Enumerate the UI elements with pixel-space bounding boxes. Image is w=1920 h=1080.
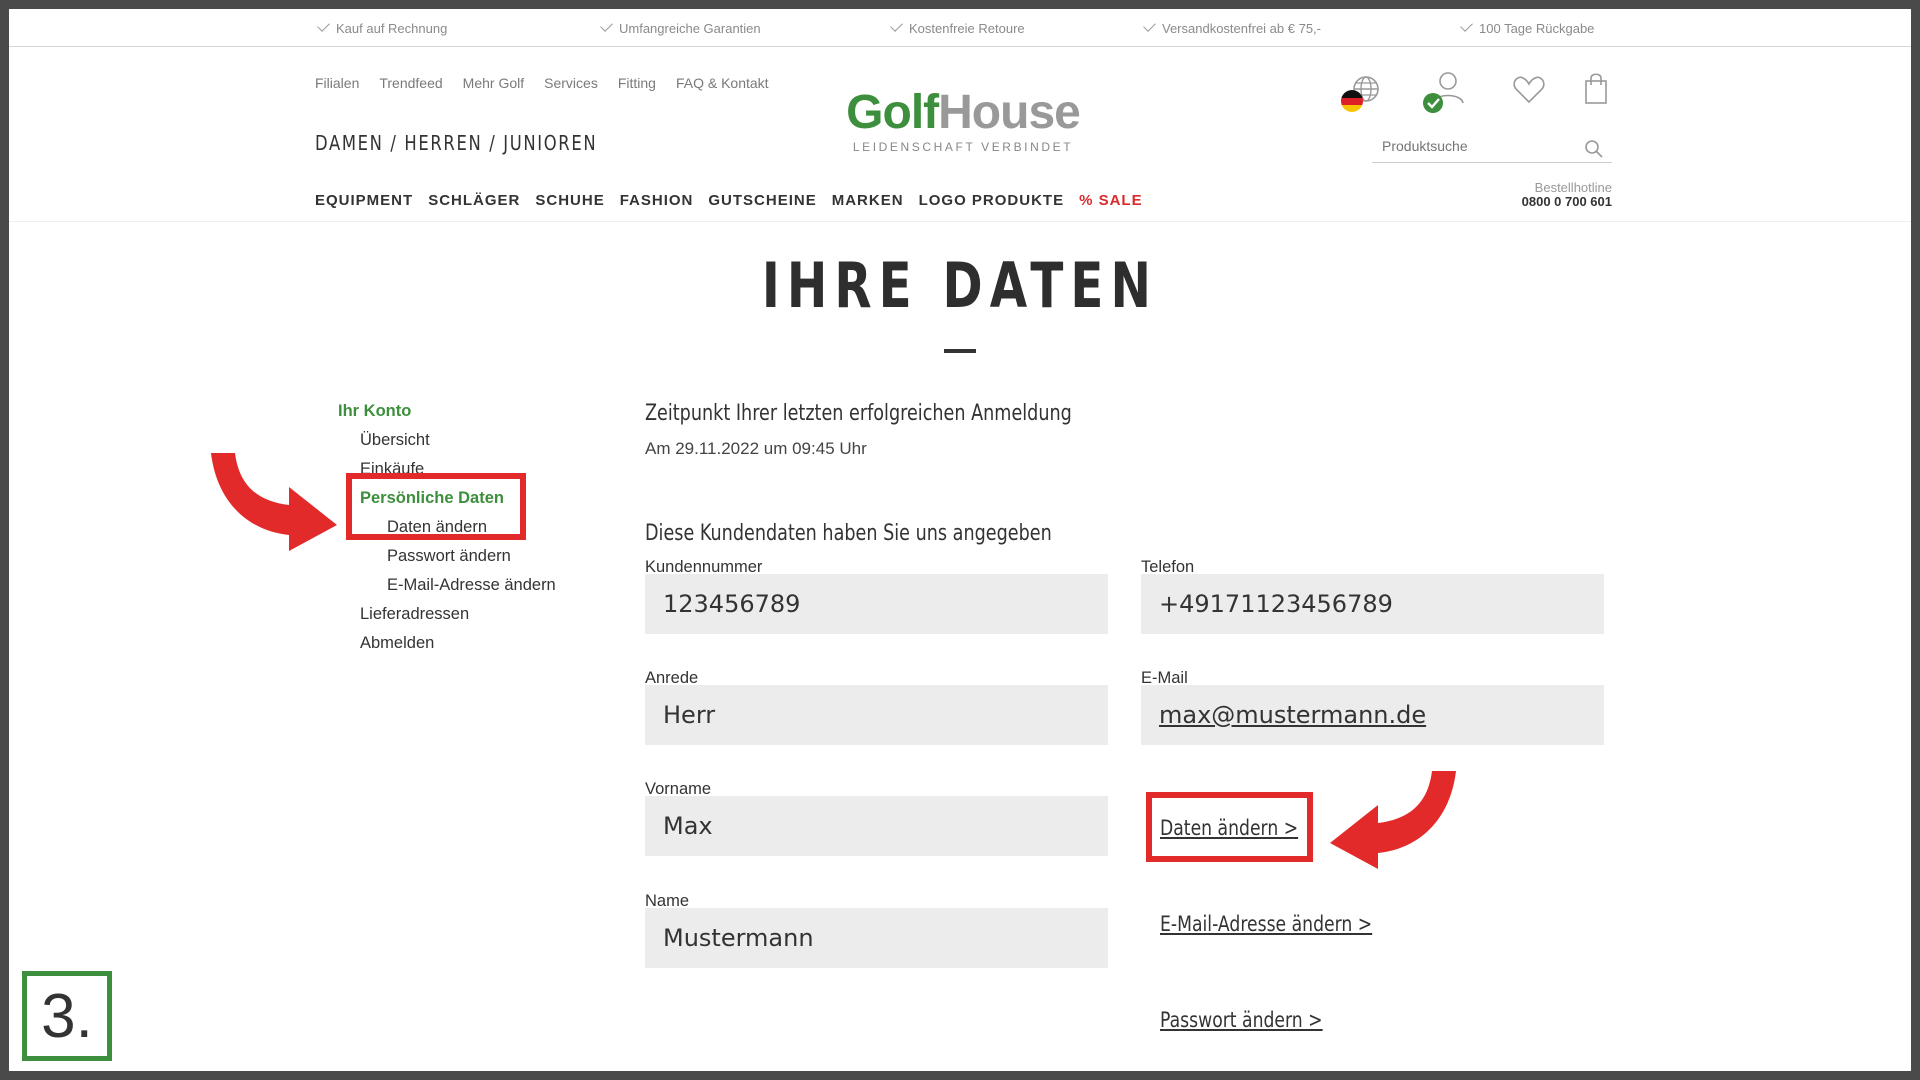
header-divider [9,221,1911,222]
sidebar-item-uebersicht[interactable]: Übersicht [360,431,430,450]
nav-link-fitting[interactable]: Fitting [618,75,656,91]
nav-link-services[interactable]: Services [544,75,598,91]
usp-item: Kostenfreie Retoure [890,19,1025,36]
search-input[interactable] [1372,133,1572,159]
check-icon [600,19,613,32]
usp-text: Kostenfreie Retoure [909,21,1025,36]
title-divider [944,349,976,353]
nav-equipment[interactable]: EQUIPMENT [315,192,413,209]
nav-gutscheine[interactable]: GUTSCHEINE [708,192,816,209]
last-login-value: Am 29.11.2022 um 09:45 Uhr [645,439,867,458]
search-icon[interactable] [1584,139,1604,159]
nav-link-faq[interactable]: FAQ & Kontakt [676,75,769,91]
sidebar-item-email-aendern[interactable]: E-Mail-Adresse ändern [387,576,556,595]
usp-item: Kauf auf Rechnung [317,19,448,36]
edit-email-link[interactable]: E-Mail-Adresse ändern > [1160,912,1372,936]
check-icon [317,19,330,32]
telefon-input [1141,574,1604,634]
globe-icon [1341,76,1379,112]
search-box [1372,133,1612,163]
nav-link-filialen[interactable]: Filialen [315,75,359,91]
user-icon [1423,72,1464,113]
nav-sale[interactable]: % SALE [1079,192,1143,209]
field-name [645,908,1108,968]
red-arrow-icon [211,453,337,551]
logo[interactable]: GolfHouse LEIDENSCHAFT VERBINDET [841,86,1085,155]
gender-nav[interactable]: DAMEN / HERREN / JUNIOREN [315,131,597,155]
nav-link-trendfeed[interactable]: Trendfeed [379,75,442,91]
highlight-box-sidebar [346,473,526,540]
name-input [645,908,1108,968]
last-login-heading: Zeitpunkt Ihrer letzten erfolgreichen An… [645,401,1072,426]
highlight-box-edit-link [1146,792,1313,862]
nav-link-mehr-golf[interactable]: Mehr Golf [463,75,524,91]
usp-text: Kauf auf Rechnung [336,21,448,36]
service-nav: Filialen Trendfeed Mehr Golf Services Fittin… [315,75,789,91]
usp-bar: Kauf auf Rechnung Umfangreiche Garantien… [9,9,1911,47]
nav-fashion[interactable]: FASHION [620,192,694,209]
hotline-number[interactable]: 0800 0 700 601 [1449,195,1612,209]
email-input[interactable] [1141,685,1604,745]
check-icon [890,19,903,32]
logo-tagline: LEIDENSCHAFT VERBINDET [852,140,1074,154]
customer-data-heading: Diese Kundendaten haben Sie uns angegebe… [645,521,1052,546]
sidebar-item-abmelden[interactable]: Abmelden [360,634,434,653]
heart-icon [1513,76,1545,104]
logo-golf: Golf [846,86,939,139]
order-hotline: Bestellhotline 0800 0 700 601 [1449,181,1612,209]
check-icon [1460,19,1473,32]
page: Kauf auf Rechnung Umfangreiche Garantien… [9,9,1911,1071]
field-anrede [645,685,1108,745]
sidebar-item-passwort-aendern[interactable]: Passwort ändern [387,547,511,566]
account-button[interactable] [1419,69,1467,117]
usp-item: 100 Tage Rückgabe [1460,19,1595,36]
anrede-input [645,685,1108,745]
vorname-input [645,796,1108,856]
nav-schuhe[interactable]: SCHUHE [535,192,604,209]
language-switch[interactable] [1340,73,1384,117]
wishlist-button[interactable] [1512,75,1546,105]
field-vorname [645,796,1108,856]
usp-text: 100 Tage Rückgabe [1479,21,1595,36]
hotline-label: Bestellhotline [1534,180,1612,195]
edit-password-link[interactable]: Passwort ändern > [1160,1008,1323,1032]
field-email [1141,685,1604,745]
usp-item: Versandkostenfrei ab € 75,- [1143,19,1321,36]
nav-marken[interactable]: MARKEN [832,192,904,209]
logo-house: House [938,86,1081,139]
field-kundennummer [645,574,1108,634]
red-arrow-icon [1330,771,1456,869]
bag-icon [1585,73,1607,104]
page-title-text: IHRE DATEN [761,249,1159,322]
kundennummer-input [645,574,1108,634]
page-title: IHRE DATEN [9,249,1911,322]
main-nav: EQUIPMENT SCHLÄGER SCHUHE FASHION GUTSCHEINE… [315,192,1158,209]
cart-button[interactable] [1583,71,1609,105]
nav-logo-produkte[interactable]: LOGO PRODUKTE [919,192,1065,209]
usp-text: Umfangreiche Garantien [619,21,761,36]
sidebar-item-lieferadressen[interactable]: Lieferadressen [360,605,469,624]
usp-text: Versandkostenfrei ab € 75,- [1162,21,1321,36]
step-badge: 3. [22,971,112,1061]
field-telefon [1141,574,1604,634]
sidebar-heading[interactable]: Ihr Konto [338,402,411,421]
usp-item: Umfangreiche Garantien [600,19,761,36]
nav-schlaeger[interactable]: SCHLÄGER [428,192,520,209]
german-flag-icon [1341,90,1363,112]
check-icon [1143,19,1156,32]
